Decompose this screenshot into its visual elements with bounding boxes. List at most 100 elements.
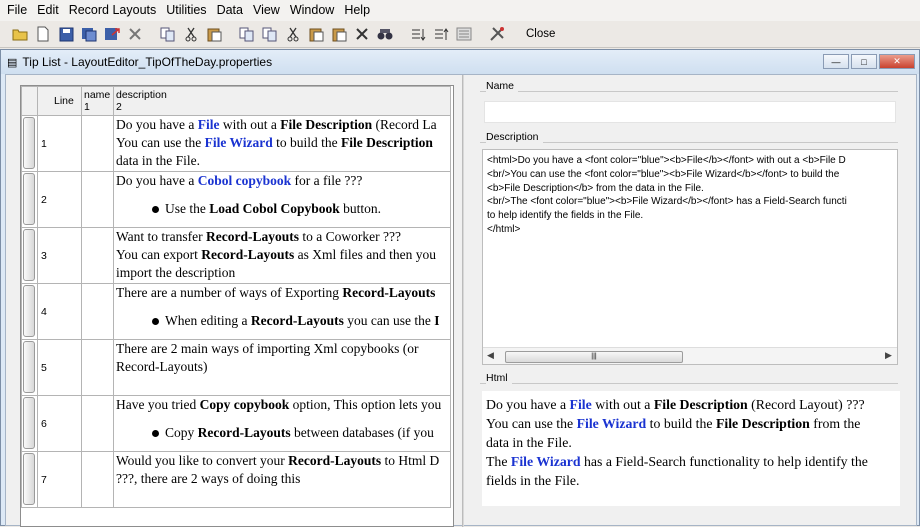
bold-text: File Wizard: [204, 135, 273, 150]
name-cell[interactable]: [81, 171, 114, 228]
open-folder-icon[interactable]: [10, 24, 30, 44]
menu-data[interactable]: Data: [212, 0, 248, 21]
table-row[interactable]: 7 Would you like to convert your Record-L…: [21, 451, 451, 508]
description-textarea[interactable]: <html>Do you have a <font color="blue"><…: [482, 149, 898, 365]
column-header-line[interactable]: Line: [37, 86, 82, 116]
line-cell[interactable]: 5: [37, 339, 82, 396]
tools-icon[interactable]: [487, 24, 507, 44]
scroll-right-icon[interactable]: ▶: [885, 350, 892, 361]
name-cell[interactable]: [81, 339, 114, 396]
name-cell[interactable]: [81, 395, 114, 452]
line-cell[interactable]: 3: [37, 227, 82, 284]
description-line: Would you like to convert your Record-La…: [116, 453, 440, 468]
copy-icon[interactable]: [158, 24, 178, 44]
bold-text: File Description: [280, 117, 373, 132]
scroll-left-icon[interactable]: ◀: [487, 350, 494, 361]
name-cell[interactable]: [81, 227, 114, 284]
maximize-button[interactable]: □: [851, 54, 877, 69]
row-header[interactable]: [21, 451, 38, 508]
description-cell[interactable]: Do you have a File with out a File Descr…: [113, 115, 451, 172]
bold-text: Load Cobol Copybook: [209, 201, 340, 216]
cut-icon[interactable]: [181, 24, 201, 44]
description-cell[interactable]: Have you tried Copy copybook option, Thi…: [113, 395, 451, 452]
row-select-button[interactable]: [23, 285, 35, 337]
save-as-icon[interactable]: [79, 24, 99, 44]
table-row[interactable]: 6 Have you tried Copy copybook option, Th…: [21, 395, 451, 452]
line-cell[interactable]: 2: [37, 171, 82, 228]
name-cell[interactable]: [81, 451, 114, 508]
name-cell[interactable]: [81, 115, 114, 172]
delete-icon[interactable]: [125, 24, 145, 44]
copy-icon[interactable]: [260, 24, 280, 44]
tip-list-window: ▤ Tip List - LayoutEditor_TipOfTheDay.pr…: [0, 49, 920, 527]
close-window-button[interactable]: ✕: [879, 54, 915, 69]
row-select-button[interactable]: [23, 173, 35, 225]
row-header[interactable]: [21, 171, 38, 228]
column-header-description[interactable]: description 2: [113, 86, 451, 116]
html-preview-line: fields in the File.: [486, 473, 580, 488]
description-line: import the description: [116, 265, 236, 280]
row-header[interactable]: [21, 227, 38, 284]
column-header-name-number: 1: [84, 101, 90, 113]
row-header[interactable]: [21, 395, 38, 452]
row-select-button[interactable]: [23, 397, 35, 449]
find-icon[interactable]: [375, 24, 395, 44]
row-header[interactable]: [21, 283, 38, 340]
description-cell[interactable]: There are 2 main ways of importing Xml c…: [113, 339, 451, 396]
column-header-name[interactable]: name 1: [81, 86, 114, 116]
table-row[interactable]: 2 Do you have a Cobol copybook for a file…: [21, 171, 451, 228]
column-header-name-label: name: [84, 89, 111, 101]
menu-utilities[interactable]: Utilities: [161, 0, 211, 21]
sort-icon[interactable]: [431, 24, 451, 44]
table-row[interactable]: 3 Want to transfer Record-Layouts to a Co…: [21, 227, 451, 284]
row-header[interactable]: [21, 339, 38, 396]
paste-icon[interactable]: [329, 24, 349, 44]
bold-text: Record-Layouts: [250, 313, 344, 328]
table-row[interactable]: 5 There are 2 main ways of importing Xml …: [21, 339, 451, 396]
row-select-button[interactable]: [23, 341, 35, 393]
menu-edit[interactable]: Edit: [32, 0, 64, 21]
description-cell[interactable]: Do you have a Cobol copybook for a file …: [113, 171, 451, 228]
horizontal-scrollbar[interactable]: ◀ ||| ▶: [483, 347, 897, 364]
description-group: Description: [480, 131, 898, 143]
copy-icon[interactable]: [237, 24, 257, 44]
description-cell[interactable]: There are a number of ways of Exporting …: [113, 283, 451, 340]
menu-record-layouts[interactable]: Record Layouts: [64, 0, 162, 21]
menu-help[interactable]: Help: [339, 0, 375, 21]
line-cell[interactable]: 4: [37, 283, 82, 340]
name-field[interactable]: [484, 101, 896, 123]
split-divider[interactable]: [462, 75, 464, 527]
list-icon[interactable]: [454, 24, 474, 44]
line-cell[interactable]: 1: [37, 115, 82, 172]
save-icon[interactable]: [56, 24, 76, 44]
row-select-button[interactable]: [23, 229, 35, 281]
bold-text: Record-Layouts: [288, 453, 382, 468]
table-row[interactable]: 4 There are a number of ways of Exporting…: [21, 283, 451, 340]
sort-icon[interactable]: [408, 24, 428, 44]
row-header[interactable]: [21, 115, 38, 172]
cut-icon[interactable]: [283, 24, 303, 44]
paste-icon[interactable]: [204, 24, 224, 44]
row-select-button[interactable]: [23, 117, 35, 169]
paste-icon[interactable]: [306, 24, 326, 44]
name-cell[interactable]: [81, 283, 114, 340]
menu-window[interactable]: Window: [285, 0, 339, 21]
bullet-icon: [152, 206, 159, 214]
row-select-button[interactable]: [23, 453, 35, 505]
line-cell[interactable]: 6: [37, 395, 82, 452]
new-file-icon[interactable]: [33, 24, 53, 44]
minimize-button[interactable]: —: [823, 54, 849, 69]
bold-text: File: [197, 117, 220, 132]
menu-view[interactable]: View: [248, 0, 285, 21]
name-group: Name: [480, 80, 898, 92]
scroll-thumb[interactable]: |||: [505, 351, 683, 363]
menu-file[interactable]: File: [2, 0, 32, 21]
line-cell[interactable]: 7: [37, 451, 82, 508]
close-button[interactable]: Close: [520, 26, 561, 42]
description-cell[interactable]: Want to transfer Record-Layouts to a Cow…: [113, 227, 451, 284]
export-icon[interactable]: [102, 24, 122, 44]
description-cell[interactable]: Would you like to convert your Record-La…: [113, 451, 451, 508]
window-title: Tip List - LayoutEditor_TipOfTheDay.prop…: [22, 55, 273, 69]
delete-icon[interactable]: [352, 24, 372, 44]
table-row[interactable]: 1 Do you have a File with out a File Desc…: [21, 115, 451, 172]
